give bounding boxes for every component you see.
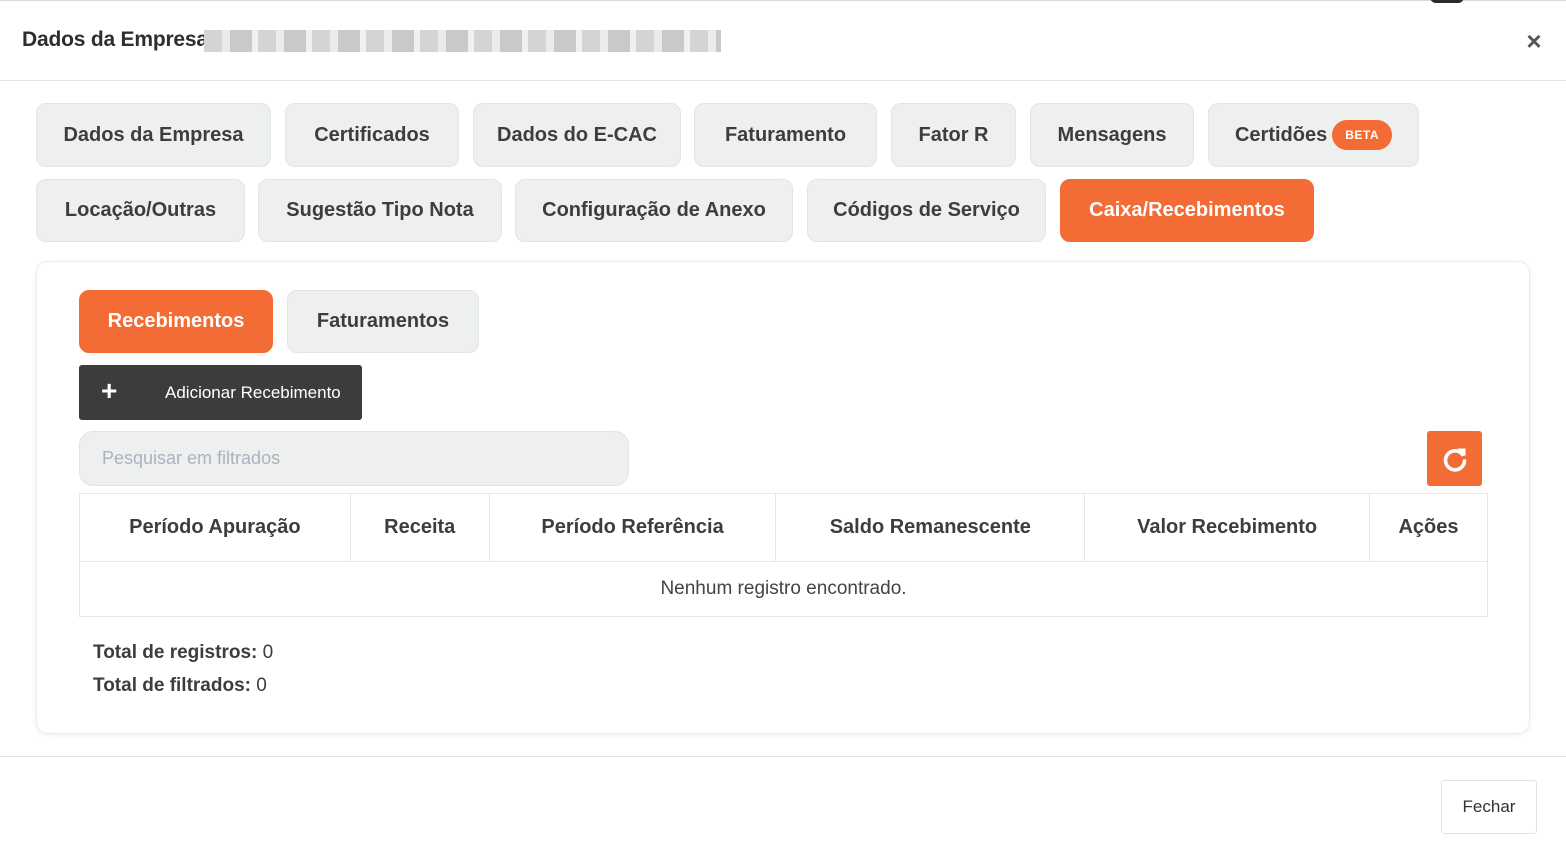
search-input[interactable] (79, 431, 629, 486)
total-records-label: Total de registros: (93, 642, 258, 663)
tab-label: Faturamento (724, 123, 847, 146)
redacted-company-name (204, 30, 721, 52)
modal-header: Dados da Empresa × (0, 0, 1566, 81)
tab-label: Locação/Outras (64, 199, 217, 221)
tab-label: Configuração de Anexo (542, 199, 766, 221)
add-receipt-button[interactable]: + Adicionar Recebimento (79, 365, 362, 420)
empty-message: Nenhum registro encontrado. (79, 561, 1488, 617)
tab-dados-do-ecac[interactable]: Dados do E-CAC (473, 103, 681, 167)
avatar-edge (1430, 0, 1464, 3)
tab-dados-da-empresa[interactable]: Dados da Empresa (36, 103, 271, 167)
refresh-icon (1443, 448, 1466, 472)
refresh-button[interactable] (1427, 431, 1482, 486)
add-receipt-label: Adicionar Recebimento (165, 383, 341, 402)
column-periodo-referencia[interactable]: Período Referência (488, 493, 777, 562)
plus-icon: + (101, 375, 118, 406)
tab-label: Certificados (314, 123, 430, 146)
total-filtered-label: Total de filtrados: (93, 675, 251, 696)
tab-codigos-de-servico[interactable]: Códigos de Serviço (807, 179, 1046, 242)
tab-sugestao-tipo-nota[interactable]: Sugestão Tipo Nota (258, 179, 502, 242)
column-receita[interactable]: Receita (349, 493, 490, 562)
column-valor-recebimento[interactable]: Valor Recebimento (1084, 493, 1371, 562)
total-records: Total de registros: 0 (93, 642, 273, 664)
tab-label: Dados da Empresa (63, 123, 244, 146)
column-acoes: Ações (1369, 493, 1488, 562)
table-header-row: Período Apuração Receita Período Referên… (79, 493, 1488, 562)
tab-label: Mensagens (1057, 123, 1167, 146)
table-row: Nenhum registro encontrado. (79, 561, 1488, 617)
close-icon[interactable]: × (1520, 27, 1548, 55)
total-filtered-value: 0 (256, 675, 267, 696)
company-modal: Dados da Empresa × Dados da Empresa Cert… (0, 0, 1566, 855)
close-button[interactable]: Fechar (1441, 780, 1537, 834)
tab-label: Sugestão Tipo Nota (286, 199, 474, 221)
tab-label: Fator R (918, 123, 989, 146)
total-records-value: 0 (262, 642, 274, 663)
tab-label: Certidões (1234, 123, 1328, 146)
tab-caixa-recebimentos[interactable]: Caixa/Recebimentos (1060, 179, 1314, 242)
receipts-table: Período Apuração Receita Período Referên… (79, 493, 1488, 617)
tab-faturamento[interactable]: Faturamento (694, 103, 877, 167)
modal-title: Dados da Empresa (22, 28, 208, 51)
tab-label: Códigos de Serviço (833, 199, 1020, 221)
beta-badge: BETA (1332, 120, 1393, 150)
total-filtered: Total de filtrados: 0 (93, 675, 267, 697)
tab-certificados[interactable]: Certificados (285, 103, 459, 167)
receipts-panel: Recebimentos Faturamentos + Adicionar Re… (36, 261, 1530, 734)
modal-footer: Fechar (0, 756, 1566, 855)
tab-mensagens[interactable]: Mensagens (1030, 103, 1194, 167)
subtab-faturamentos[interactable]: Faturamentos (287, 290, 479, 353)
tab-label: Dados do E-CAC (497, 123, 657, 146)
subtab-recebimentos[interactable]: Recebimentos (79, 290, 273, 353)
tab-fator-r[interactable]: Fator R (891, 103, 1016, 167)
subtab-label: Recebimentos (107, 310, 245, 332)
tab-configuracao-de-anexo[interactable]: Configuração de Anexo (515, 179, 793, 242)
tab-locacao-outras[interactable]: Locação/Outras (36, 179, 245, 242)
subtab-label: Faturamentos (316, 310, 450, 332)
tab-label: Caixa/Recebimentos (1089, 199, 1285, 221)
column-saldo-remanescente[interactable]: Saldo Remanescente (775, 493, 1086, 562)
tab-certidoes[interactable]: Certidões BETA (1208, 103, 1419, 167)
column-periodo-apuracao[interactable]: Período Apuração (79, 493, 351, 562)
